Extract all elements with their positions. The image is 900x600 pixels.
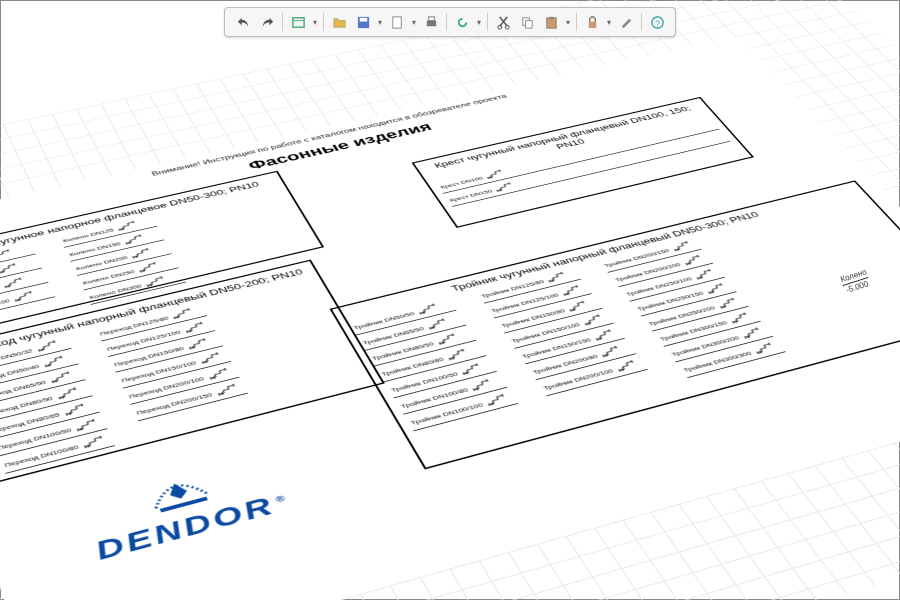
fitting-icon xyxy=(492,180,521,194)
cut-button[interactable] xyxy=(491,11,515,33)
fitting-icon xyxy=(0,248,18,263)
fitting-icon xyxy=(73,417,105,435)
fitting-icon xyxy=(691,267,721,282)
fitting-icon xyxy=(483,167,511,180)
fitting-icon xyxy=(122,233,151,248)
fitting-icon xyxy=(61,401,92,418)
fitting-icon xyxy=(597,344,628,360)
fitting-icon xyxy=(213,382,244,399)
paste-button[interactable] xyxy=(539,11,563,33)
fitting-icon xyxy=(54,385,85,402)
fitting-icon xyxy=(565,299,596,315)
redo-button[interactable] xyxy=(255,11,279,33)
fitting-icon xyxy=(544,270,574,285)
coupling-col1: Переход DN50/32Переход DN50/40Переход DN… xyxy=(0,337,115,474)
settings-button[interactable] xyxy=(614,11,638,33)
fitting-icon xyxy=(580,313,611,329)
fitting-icon xyxy=(434,331,465,347)
fitting-icon xyxy=(738,326,769,342)
paste-dropdown[interactable]: ▾ xyxy=(563,11,573,33)
fitting-icon xyxy=(613,358,645,375)
viewport[interactable]: Внимание! Инструкция по работе с каталог… xyxy=(1,1,899,599)
fitting-icon xyxy=(129,246,158,261)
fitting-icon xyxy=(143,274,172,289)
app-window: ▾ ▾ ▾ ▾ ▾ ▾ ? xyxy=(0,0,900,600)
lock-dropdown[interactable]: ▾ xyxy=(604,11,614,33)
fitting-icon xyxy=(669,239,699,254)
catalog-button[interactable] xyxy=(286,11,310,33)
fitting-icon xyxy=(48,369,79,386)
svg-text:?: ? xyxy=(655,18,660,28)
save-dropdown[interactable]: ▾ xyxy=(375,11,385,33)
fitting-icon xyxy=(1,276,30,291)
fitting-icon xyxy=(41,354,71,371)
fitting-icon xyxy=(205,366,236,383)
fitting-icon xyxy=(0,261,24,276)
fitting-icon xyxy=(80,433,112,451)
section-tee: Тройник чугунный напорный фланцевый DN50… xyxy=(329,180,900,469)
fitting-icon xyxy=(136,260,165,275)
new-dropdown[interactable]: ▾ xyxy=(409,11,419,33)
undo-button[interactable] xyxy=(231,11,255,33)
catalog-dropdown[interactable]: ▾ xyxy=(310,11,320,33)
fitting-icon xyxy=(185,336,215,352)
fitting-icon xyxy=(170,306,200,322)
fitting-icon xyxy=(468,377,500,394)
refresh-button[interactable] xyxy=(450,11,474,33)
coupling-col2: Переход DN125/80Переход DN125/100Переход… xyxy=(96,305,256,438)
fitting-icon xyxy=(751,341,783,357)
fitting-icon xyxy=(115,219,143,233)
main-toolbar: ▾ ▾ ▾ ▾ ▾ ▾ ? xyxy=(224,7,676,37)
fitting-icon xyxy=(558,283,588,298)
fitting-icon xyxy=(34,338,64,354)
fitting-icon xyxy=(424,316,455,332)
fitting-icon xyxy=(415,302,445,318)
fitting-icon xyxy=(197,350,228,366)
help-button[interactable]: ? xyxy=(645,11,669,33)
fitting-icon xyxy=(591,327,622,343)
save-button[interactable] xyxy=(351,11,375,33)
open-button[interactable] xyxy=(327,11,351,33)
fitting-icon xyxy=(458,361,489,378)
fitting-icon xyxy=(483,392,515,409)
new-button[interactable] xyxy=(385,11,409,33)
fitting-icon xyxy=(11,289,40,304)
fitting-icon xyxy=(182,320,212,336)
fitting-icon xyxy=(714,296,745,312)
print-button[interactable] xyxy=(419,11,443,33)
fitting-icon xyxy=(726,311,757,327)
fitting-icon xyxy=(444,347,475,363)
copy-button[interactable] xyxy=(515,11,539,33)
refresh-dropdown[interactable]: ▾ xyxy=(474,11,484,33)
lock-button[interactable] xyxy=(580,11,604,33)
fitting-icon xyxy=(703,281,734,296)
fitting-icon xyxy=(680,253,710,268)
brand-logo: DENDOR® xyxy=(75,451,296,567)
elbow-col2: Колено DN125Колено DN150Колено DN200Коле… xyxy=(59,216,186,305)
